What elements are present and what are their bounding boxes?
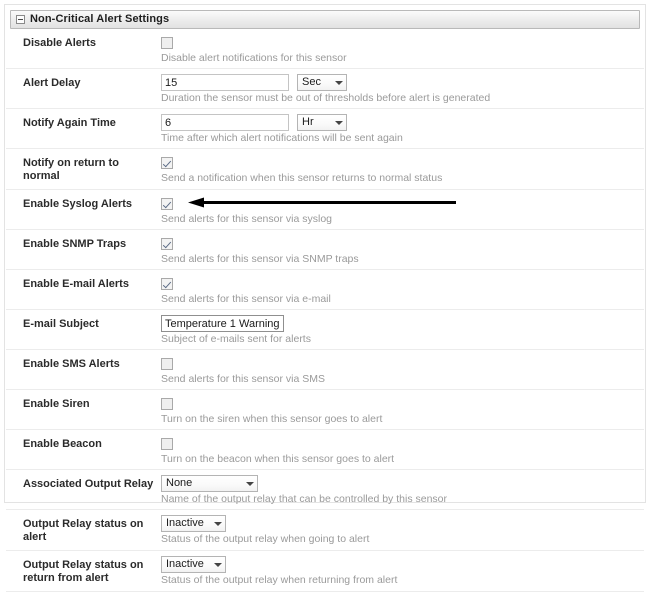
row-control: Send a notification when this sensor ret…	[161, 149, 644, 188]
associated-output-relay-select[interactable]: None	[161, 475, 258, 492]
row-label: Enable Syslog Alerts	[23, 198, 133, 210]
row-hint: Send alerts for this sensor via SNMP tra…	[161, 253, 359, 265]
row-hint: Status of the output relay when going to…	[161, 533, 370, 545]
alert-delay-unit-select[interactable]: Sec	[297, 74, 347, 91]
settings-form: Disable Alerts Disable alert notificatio…	[6, 29, 644, 592]
enable-snmp-traps-checkbox[interactable]	[161, 237, 173, 250]
row-label: Notify Again Time	[23, 117, 116, 129]
row-label: E-mail Subject	[23, 318, 99, 330]
row-label: Enable E-mail Alerts	[23, 278, 129, 290]
enable-beacon-checkbox[interactable]	[161, 437, 173, 450]
row-label: Output Relay status on return from alert	[23, 559, 144, 584]
setting-row-notify-on-return-to-normal: Notify on return to normal Send a notifi…	[6, 149, 644, 190]
setting-row-enable-syslog-alerts: Enable Syslog Alerts Send alerts for thi…	[6, 190, 644, 230]
row-hint: Name of the output relay that can be con…	[161, 493, 447, 505]
row-control: Hr Time after which alert notifications …	[161, 109, 644, 148]
row-hint: Time after which alert notifications wil…	[161, 132, 403, 144]
output-relay-status-on-return-value: Inactive	[166, 558, 204, 570]
row-label: Enable Siren	[23, 398, 90, 410]
chevron-down-icon	[335, 80, 343, 85]
panel-header[interactable]: Non-Critical Alert Settings	[10, 10, 640, 29]
row-label: Disable Alerts	[23, 37, 96, 49]
row-hint: Status of the output relay when returnin…	[161, 574, 398, 586]
setting-row-enable-snmp-traps: Enable SNMP Traps Send alerts for this s…	[6, 230, 644, 270]
row-control: None Name of the output relay that can b…	[161, 470, 644, 509]
output-relay-status-on-alert-select[interactable]: Inactive	[161, 515, 226, 532]
row-label: Output Relay status on alert	[23, 518, 144, 543]
setting-row-enable-siren: Enable Siren Turn on the siren when this…	[6, 390, 644, 430]
row-control: Send alerts for this sensor via SMS	[161, 350, 644, 389]
row-control: Send alerts for this sensor via syslog	[161, 190, 644, 229]
row-hint: Duration the sensor must be out of thres…	[161, 92, 491, 104]
notify-again-time-unit-value: Hr	[302, 116, 314, 128]
row-hint: Send alerts for this sensor via e-mail	[161, 293, 331, 305]
row-control: Inactive Status of the output relay when…	[161, 510, 644, 549]
setting-row-associated-output-relay: Associated Output Relay None Name of the…	[6, 470, 644, 510]
row-hint: Subject of e-mails sent for alerts	[161, 333, 311, 345]
setting-row-output-relay-status-on-return: Output Relay status on return from alert…	[6, 551, 644, 592]
enable-sms-alerts-checkbox[interactable]	[161, 357, 173, 370]
non-critical-alert-settings-panel: Non-Critical Alert Settings Disable Aler…	[4, 4, 646, 592]
notify-again-time-input[interactable]	[161, 114, 289, 131]
row-hint: Disable alert notifications for this sen…	[161, 52, 347, 64]
row-label: Enable SMS Alerts	[23, 358, 120, 370]
row-hint: Turn on the beacon when this sensor goes…	[161, 453, 395, 465]
row-control: Subject of e-mails sent for alerts	[161, 310, 644, 349]
setting-row-disable-alerts: Disable Alerts Disable alert notificatio…	[6, 29, 644, 69]
row-label: Notify on return to normal	[23, 157, 119, 182]
enable-siren-checkbox[interactable]	[161, 397, 173, 410]
setting-row-enable-sms-alerts: Enable SMS Alerts Send alerts for this s…	[6, 350, 644, 390]
associated-output-relay-value: None	[166, 477, 193, 489]
page-title: Non-Critical Alert Settings	[30, 13, 170, 25]
notify-again-time-unit-select[interactable]: Hr	[297, 114, 347, 131]
setting-row-email-subject: E-mail Subject Subject of e-mails sent f…	[6, 310, 644, 350]
enable-syslog-alerts-checkbox[interactable]	[161, 197, 173, 210]
row-label: Enable Beacon	[23, 438, 102, 450]
output-relay-status-on-return-select[interactable]: Inactive	[161, 556, 226, 573]
chevron-down-icon	[214, 521, 222, 526]
row-hint: Send alerts for this sensor via SMS	[161, 373, 325, 385]
chevron-down-icon	[214, 562, 222, 567]
row-hint: Turn on the siren when this sensor goes …	[161, 413, 383, 425]
minus-box-icon[interactable]	[16, 15, 25, 24]
row-control: Send alerts for this sensor via SNMP tra…	[161, 230, 644, 269]
row-label: Associated Output Relay	[23, 478, 154, 490]
alert-delay-unit-value: Sec	[302, 76, 321, 88]
enable-email-alerts-checkbox[interactable]	[161, 277, 173, 290]
setting-row-enable-email-alerts: Enable E-mail Alerts Send alerts for thi…	[6, 270, 644, 310]
row-label: Enable SNMP Traps	[23, 238, 127, 250]
chevron-down-icon	[335, 120, 343, 125]
row-control: Inactive Status of the output relay when…	[161, 551, 644, 590]
disable-alerts-checkbox[interactable]	[161, 36, 173, 49]
row-hint: Send a notification when this sensor ret…	[161, 172, 443, 184]
email-subject-input[interactable]	[161, 315, 284, 332]
setting-row-notify-again-time: Notify Again Time Hr Time after which al…	[6, 109, 644, 149]
alert-delay-input[interactable]	[161, 74, 289, 91]
setting-row-alert-delay: Alert Delay Sec Duration the sensor must…	[6, 69, 644, 109]
row-label: Alert Delay	[23, 77, 81, 89]
output-relay-status-on-alert-value: Inactive	[166, 517, 204, 529]
row-control: Turn on the beacon when this sensor goes…	[161, 430, 644, 469]
row-control: Sec Duration the sensor must be out of t…	[161, 69, 644, 108]
setting-row-output-relay-status-on-alert: Output Relay status on alert Inactive St…	[6, 510, 644, 551]
row-control: Turn on the siren when this sensor goes …	[161, 390, 644, 429]
notify-on-return-to-normal-checkbox[interactable]	[161, 156, 173, 169]
setting-row-enable-beacon: Enable Beacon Turn on the beacon when th…	[6, 430, 644, 470]
row-hint: Send alerts for this sensor via syslog	[161, 213, 332, 225]
row-control: Send alerts for this sensor via e-mail	[161, 270, 644, 309]
chevron-down-icon	[246, 481, 254, 486]
row-control: Disable alert notifications for this sen…	[161, 29, 644, 68]
